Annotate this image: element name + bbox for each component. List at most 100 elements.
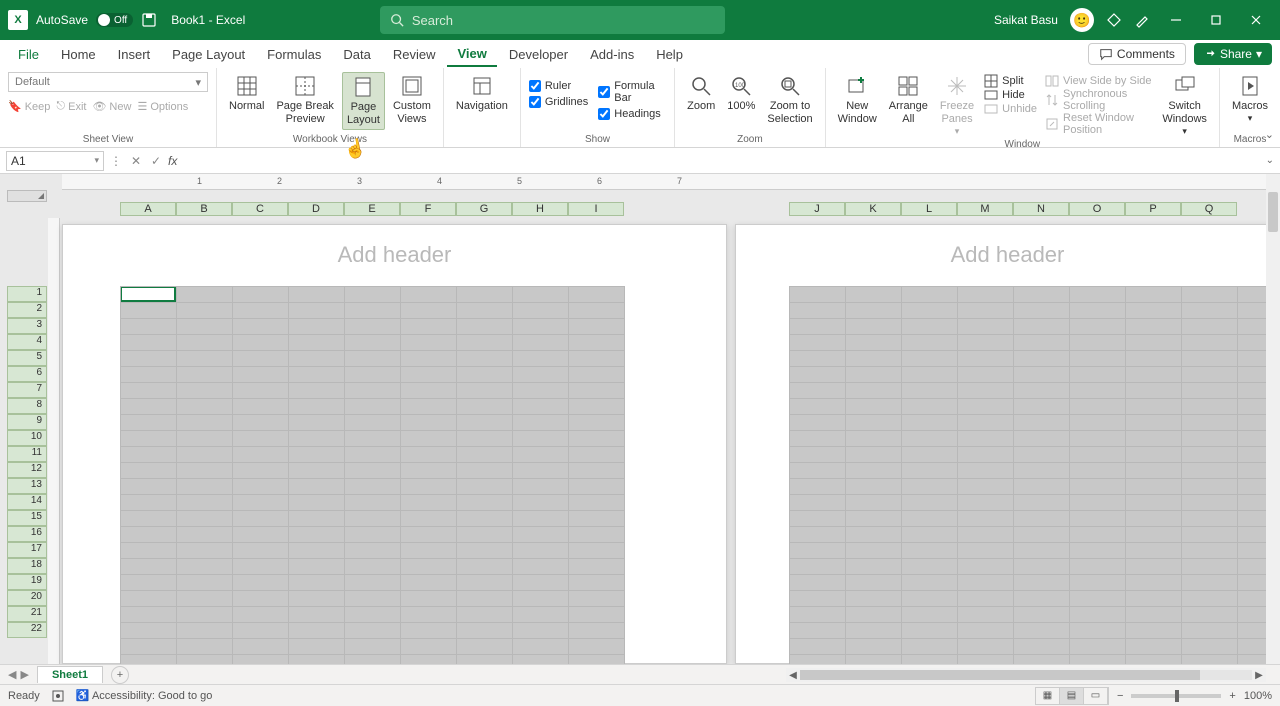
col-header[interactable]: G [456,202,512,216]
zoom-out-button[interactable]: − [1117,690,1123,702]
reset-window-position-button[interactable]: Reset Window Position [1043,112,1154,136]
zoom-button[interactable]: Zoom [683,72,719,115]
page-layout-view-icon[interactable]: ▤ [1060,688,1084,704]
tab-page-layout[interactable]: Page Layout [162,43,255,66]
headings-checkbox[interactable]: Headings [598,108,666,120]
pen-icon[interactable] [1134,12,1150,28]
row-header[interactable]: 17 [7,542,47,558]
tab-home[interactable]: Home [51,43,106,66]
col-header[interactable]: M [957,202,1013,216]
expand-formula-bar-icon[interactable]: ⌄ [1266,155,1274,166]
col-header[interactable]: C [232,202,288,216]
select-all-corner[interactable] [7,190,47,202]
maximize-button[interactable] [1202,0,1230,40]
col-header[interactable]: J [789,202,845,216]
exit-button[interactable]: ⎋Exit [56,100,86,113]
share-button[interactable]: Share ▾ [1194,43,1272,65]
row-header[interactable]: 14 [7,494,47,510]
row-header[interactable]: 21 [7,606,47,622]
tab-nav-next-icon[interactable]: ▶ [20,668,28,681]
row-header[interactable]: 8 [7,398,47,414]
avatar[interactable]: 🙂 [1070,8,1094,32]
freeze-panes-button[interactable]: Freeze Panes▾ [936,72,978,139]
row-header[interactable]: 3 [7,318,47,334]
scroll-right-icon[interactable]: ▶ [1252,670,1266,681]
split-button[interactable]: Split [982,74,1039,88]
ruler-checkbox[interactable]: Ruler [529,80,588,92]
row-header[interactable]: 15 [7,510,47,526]
page-layout-button[interactable]: Page Layout [342,72,385,130]
name-box[interactable]: A1 ▾ [6,151,104,171]
col-header[interactable]: O [1069,202,1125,216]
zoom-slider[interactable] [1131,694,1221,698]
col-header[interactable]: I [568,202,624,216]
macros-button[interactable]: Macros▾ [1228,72,1272,126]
col-header[interactable]: H [512,202,568,216]
gridlines-checkbox[interactable]: Gridlines [529,96,588,108]
arrange-all-button[interactable]: Arrange All [885,72,932,128]
scrollbar-thumb[interactable] [800,670,1200,680]
zoom-in-button[interactable]: + [1229,690,1235,702]
row-header[interactable]: 22 [7,622,47,638]
fx-icon[interactable]: fx [168,154,177,168]
collapse-ribbon-icon[interactable]: ⌄ [1265,128,1274,141]
save-icon[interactable] [141,12,157,28]
tab-insert[interactable]: Insert [108,43,161,66]
add-sheet-button[interactable]: + [111,666,129,684]
formula-bar-checkbox[interactable]: Formula Bar [598,80,666,104]
col-header[interactable]: K [845,202,901,216]
tab-data[interactable]: Data [333,43,380,66]
row-header[interactable]: 9 [7,414,47,430]
page-break-preview-button[interactable]: Page Break Preview [272,72,337,128]
col-header[interactable]: B [176,202,232,216]
tab-help[interactable]: Help [646,43,693,66]
tab-add-ins[interactable]: Add-ins [580,43,644,66]
row-header[interactable]: 18 [7,558,47,574]
hide-button[interactable]: Hide [982,88,1039,102]
unhide-button[interactable]: Unhide [982,102,1039,116]
custom-views-button[interactable]: Custom Views [389,72,435,128]
tab-view[interactable]: View [447,42,496,67]
col-header[interactable]: A [120,202,176,216]
close-button[interactable] [1242,0,1270,40]
row-header[interactable]: 1 [7,286,47,302]
zoom-100-button[interactable]: 100100% [723,72,759,115]
user-name[interactable]: Saikat Basu [994,13,1058,27]
vertical-scrollbar[interactable] [1266,174,1280,664]
new-button[interactable]: 👁New [92,100,131,113]
row-header[interactable]: 10 [7,430,47,446]
tab-review[interactable]: Review [383,43,446,66]
view-side-by-side-button[interactable]: View Side by Side [1043,74,1154,88]
navigation-button[interactable]: Navigation [452,72,512,115]
minimize-button[interactable] [1162,0,1190,40]
cell-grid-page1[interactable] [120,286,625,664]
row-header[interactable]: 5 [7,350,47,366]
tab-file[interactable]: File [8,43,49,66]
switch-windows-button[interactable]: Switch Windows▾ [1158,72,1211,139]
row-header[interactable]: 2 [7,302,47,318]
sheet-tab[interactable]: Sheet1 [37,666,103,683]
col-header[interactable]: F [400,202,456,216]
cancel-icon[interactable]: ✕ [128,154,144,168]
formula-input[interactable] [181,151,1261,171]
row-header[interactable]: 13 [7,478,47,494]
col-header[interactable]: Q [1181,202,1237,216]
row-header[interactable]: 4 [7,334,47,350]
col-header[interactable]: N [1013,202,1069,216]
options-button[interactable]: ☰Options [137,100,188,113]
accessibility-status[interactable]: ♿ Accessibility: Good to go [76,689,213,702]
cell-grid-page2[interactable] [789,286,1279,664]
enter-icon[interactable]: ✓ [148,154,164,168]
diamond-icon[interactable] [1106,12,1122,28]
row-header[interactable]: 7 [7,382,47,398]
add-header-placeholder[interactable]: Add header [63,225,726,285]
keep-button[interactable]: 🔖Keep [8,100,50,113]
new-window-button[interactable]: New Window [834,72,881,128]
more-icon[interactable]: ⋮ [108,154,124,168]
tab-formulas[interactable]: Formulas [257,43,331,66]
synchronous-scrolling-button[interactable]: Synchronous Scrolling [1043,88,1154,112]
macro-record-icon[interactable] [52,690,64,702]
sheet-view-selector[interactable]: Default ▾ [8,72,208,92]
scrollbar-thumb[interactable] [1268,192,1278,232]
row-header[interactable]: 11 [7,446,47,462]
